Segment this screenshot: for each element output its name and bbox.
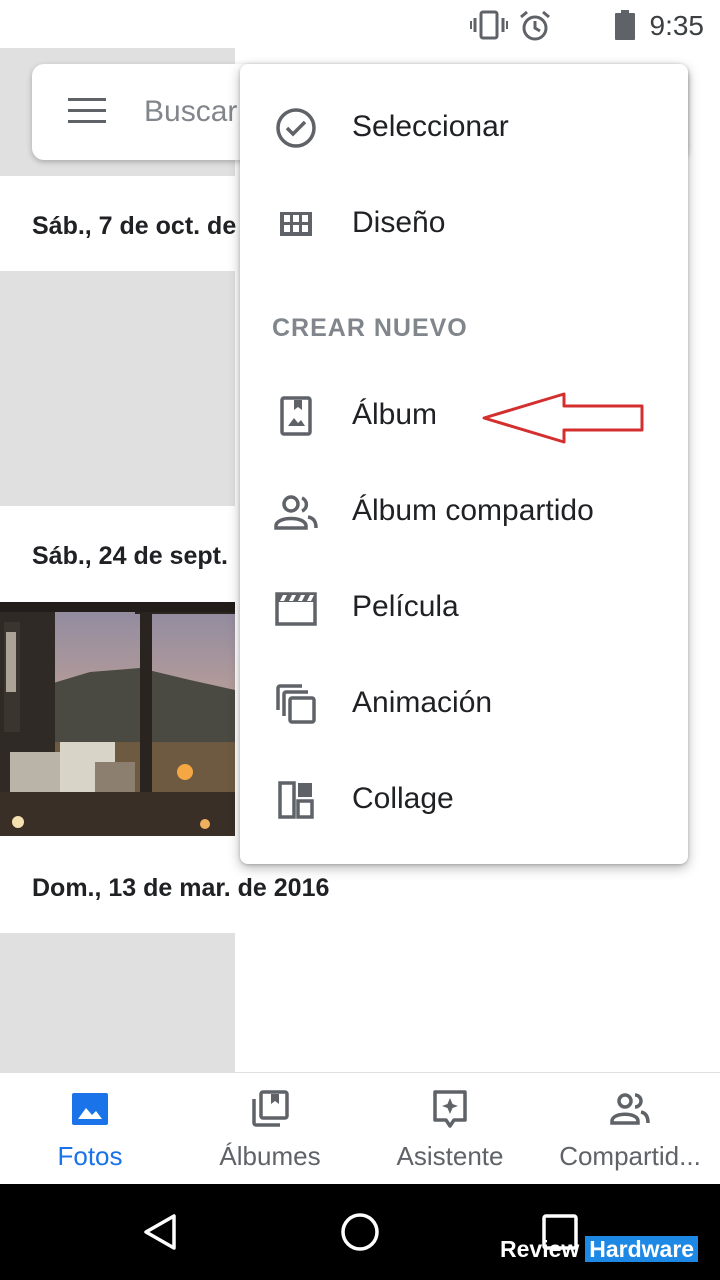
hamburger-menu-icon[interactable] — [68, 98, 106, 129]
photo-icon — [70, 1089, 110, 1129]
watermark-text: Hardware — [585, 1236, 699, 1262]
menu-item-collage[interactable]: Collage — [240, 752, 688, 848]
search-input[interactable]: Buscar — [144, 95, 237, 129]
overflow-menu: Seleccionar Diseño CREAR NUEVO Álbum Álb… — [240, 64, 688, 864]
tab-label: Fotos — [57, 1141, 123, 1171]
date-header: Sáb., 7 de oct. de — [32, 212, 237, 240]
menu-item-seleccionar[interactable]: Seleccionar — [240, 80, 688, 176]
back-icon[interactable] — [136, 1208, 184, 1256]
sharing-icon — [610, 1089, 650, 1129]
tab-label: Compartid... — [559, 1141, 701, 1171]
album-icon — [272, 392, 320, 440]
watermark-logo: Review Hardware — [500, 1236, 699, 1264]
collage-icon — [272, 776, 320, 824]
status-bar: 9:35 — [0, 0, 720, 48]
menu-item-pelicula[interactable]: Película — [240, 560, 688, 656]
menu-item-label: Álbum compartido — [352, 494, 594, 527]
albums-icon — [250, 1089, 290, 1129]
menu-item-label: Diseño — [352, 206, 446, 239]
home-icon[interactable] — [336, 1208, 384, 1256]
shared-album-icon — [272, 488, 320, 536]
alarm-icon — [518, 10, 552, 47]
watermark-text: Review — [500, 1236, 580, 1262]
tab-asistente[interactable]: Asistente — [360, 1073, 540, 1185]
menu-item-album-compartido[interactable]: Álbum compartido — [240, 464, 688, 560]
animation-icon — [272, 680, 320, 728]
grid-icon — [272, 200, 320, 248]
menu-item-label: Animación — [352, 686, 493, 719]
bottom-nav: Fotos Álbumes Asistente Compartid... — [0, 1072, 720, 1184]
date-header: Sáb., 24 de sept. — [32, 542, 228, 570]
menu-item-label: Álbum — [352, 398, 438, 431]
menu-item-label: Seleccionar — [352, 110, 509, 143]
red-arrow-annotation — [480, 390, 650, 453]
tab-fotos[interactable]: Fotos — [0, 1073, 180, 1185]
system-nav-bar — [0, 1184, 720, 1280]
date-header: Dom., 13 de mar. de 2016 — [32, 874, 330, 902]
assistant-icon — [430, 1089, 470, 1129]
check-circle-icon — [272, 104, 320, 152]
vibrate-icon — [470, 10, 508, 45]
tab-label: Asistente — [396, 1141, 504, 1171]
menu-item-label: Película — [352, 590, 459, 623]
battery-icon — [614, 10, 636, 45]
photo-placeholder[interactable] — [0, 933, 235, 1072]
menu-item-label: Collage — [352, 782, 454, 815]
photo-thumbnail[interactable] — [0, 602, 235, 836]
menu-item-diseno[interactable]: Diseño — [240, 176, 688, 272]
tab-albumes[interactable]: Álbumes — [180, 1073, 360, 1185]
status-time: 9:35 — [649, 10, 705, 41]
section-header: CREAR NUEVO — [272, 314, 468, 342]
menu-item-animacion[interactable]: Animación — [240, 656, 688, 752]
photo-placeholder[interactable] — [0, 271, 235, 506]
tab-compartido[interactable]: Compartid... — [540, 1073, 720, 1185]
movie-icon — [272, 584, 320, 632]
tab-label: Álbumes — [219, 1141, 321, 1171]
